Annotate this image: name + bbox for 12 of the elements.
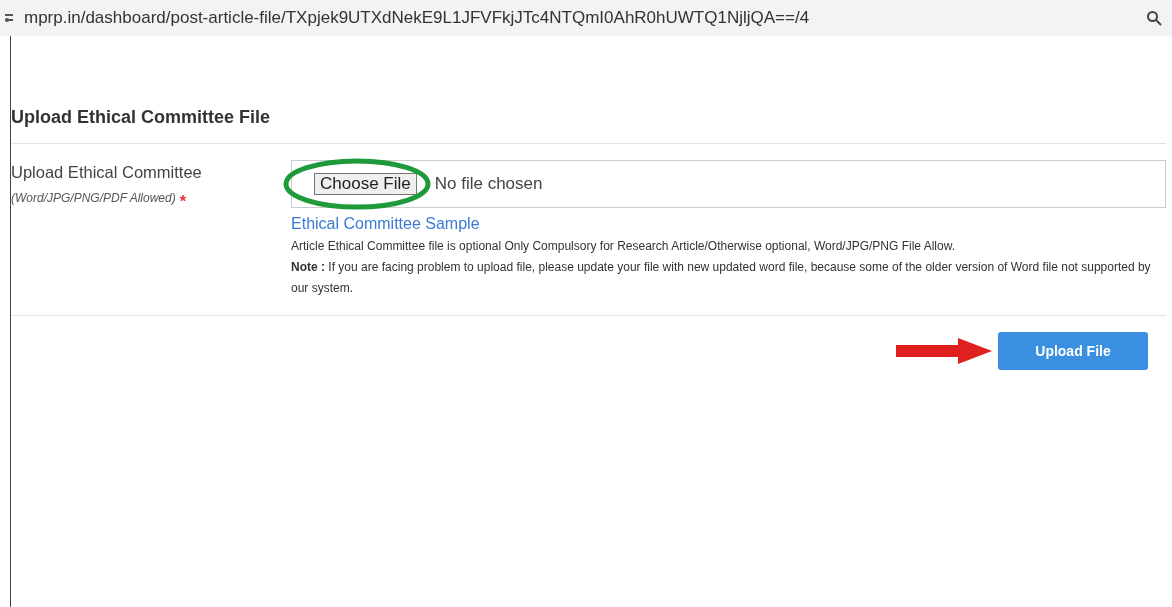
sample-link[interactable]: Ethical Committee Sample	[291, 212, 480, 236]
file-status: No file chosen	[433, 173, 543, 196]
site-info-icon[interactable]	[4, 12, 14, 24]
field-label: Upload Ethical Committee	[11, 162, 203, 183]
section-heading: Upload Ethical Committee File	[11, 106, 272, 129]
arrow-icon	[894, 337, 994, 365]
description-text: Article Ethical Committee file is optional Only Compulsory for Research Article/Otherwise optional, Word/JPG/PNG File Allow.	[291, 238, 957, 255]
search-icon[interactable]	[1146, 10, 1162, 26]
required-mark: *	[179, 190, 187, 212]
choose-file-button[interactable]: Choose File	[314, 172, 417, 196]
note-text: Note : If you are facing problem to upload file, please update your file with new updated word file, because some of the older version of Word file not supported by our system.	[291, 259, 1152, 297]
field-hint: (Word/JPG/PNG/PDF Allowed)	[11, 189, 176, 207]
